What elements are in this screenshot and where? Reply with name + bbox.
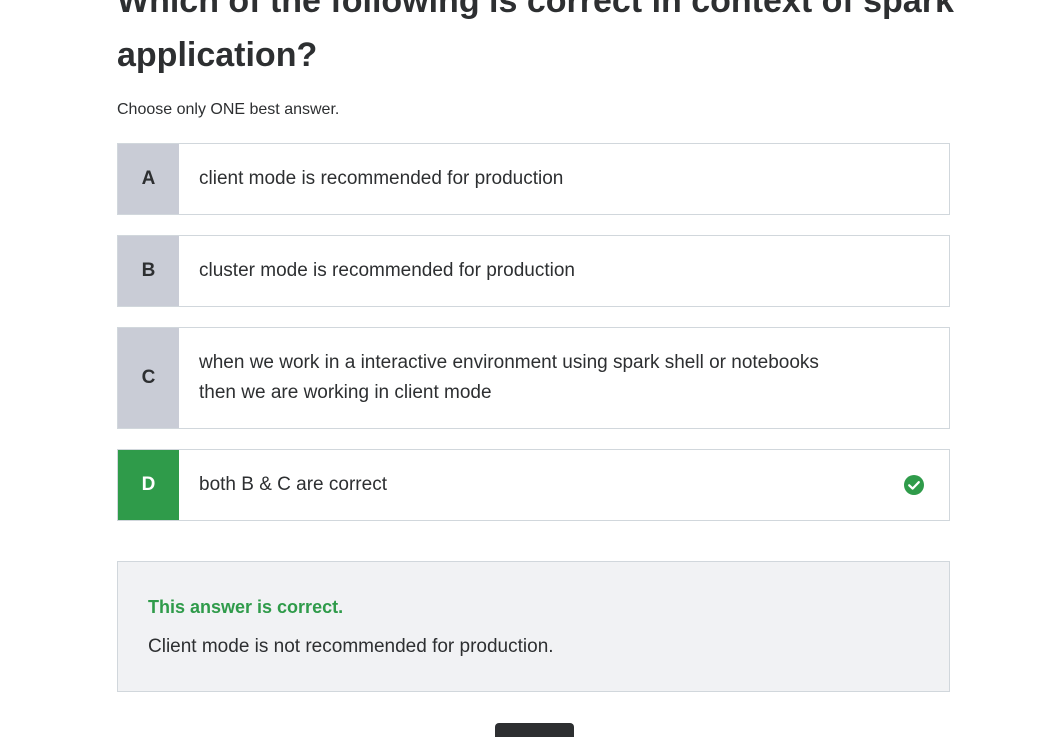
option-text-d: both B & C are correct [199, 474, 387, 495]
option-letter-b: B [118, 236, 179, 306]
answer-option-a[interactable]: A client mode is recommended for product… [117, 143, 950, 215]
feedback-status: This answer is correct. [148, 597, 344, 617]
answer-instructions: Choose only ONE best answer. [117, 101, 340, 118]
answer-option-b[interactable]: B cluster mode is recommended for produc… [117, 235, 950, 307]
option-text-b: cluster mode is recommended for producti… [199, 260, 575, 281]
question-title: Which of the following is correct in con… [117, 0, 954, 74]
option-letter-a: A [118, 144, 179, 214]
option-text-c: when we work in a interactive environmen… [199, 352, 819, 403]
answer-option-c[interactable]: C when we work in a interactive environm… [117, 327, 950, 429]
answer-option-d[interactable]: D both B & C are correct [117, 449, 950, 521]
quiz-page: Which of the following is correct in con… [0, 0, 1057, 737]
check-circle-icon [904, 475, 924, 495]
answer-feedback-panel: This answer is correct. Client mode is n… [117, 561, 950, 692]
option-letter-c: C [118, 328, 179, 428]
option-text-a: client mode is recommended for productio… [199, 168, 564, 189]
next-button[interactable] [495, 723, 574, 737]
option-letter-d: D [118, 450, 179, 520]
feedback-explanation: Client mode is not recommended for produ… [148, 636, 554, 657]
